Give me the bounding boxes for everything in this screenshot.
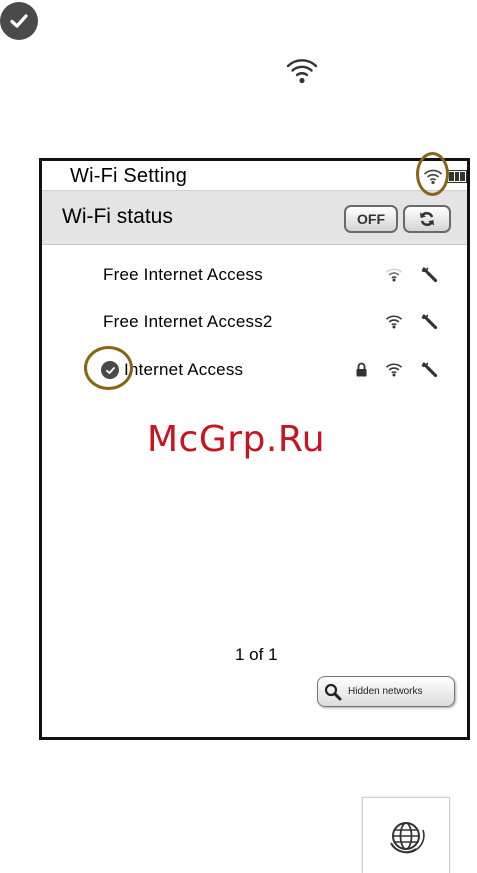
network-row[interactable]: Free Internet Access <box>42 255 467 295</box>
globe-icon <box>390 822 425 854</box>
page-indicator: 1 of 1 <box>235 645 278 664</box>
wifi-signal-icon <box>385 362 403 377</box>
wifi-signal-icon <box>385 267 403 282</box>
wrench-settings-icon[interactable] <box>420 360 440 380</box>
refresh-button[interactable] <box>403 205 451 233</box>
refresh-icon <box>420 211 434 227</box>
wifi-signal-icon <box>285 56 319 86</box>
connected-highlight-ring <box>84 346 133 390</box>
network-row[interactable]: Free Internet Access2 <box>42 302 467 342</box>
wifi-status-label: Wi-Fi status <box>62 205 173 228</box>
wifi-off-button[interactable]: OFF <box>344 205 398 233</box>
hidden-networks-label: Hidden networks <box>348 686 423 697</box>
network-name: Internet Access <box>124 360 244 379</box>
lock-icon <box>355 362 368 377</box>
globe-button[interactable] <box>362 797 450 873</box>
title-bar: Wi-Fi Setting <box>42 161 467 191</box>
page-title: Wi-Fi Setting <box>70 165 188 187</box>
status-highlight-ring <box>416 152 449 196</box>
network-name: Free Internet Access2 <box>103 312 273 331</box>
check-circle-icon <box>0 2 38 40</box>
device-screen-frame: Wi-Fi Setting Wi-Fi status OFF Free Inte… <box>39 158 470 740</box>
battery-icon <box>447 170 467 183</box>
network-name: Free Internet Access <box>103 265 263 284</box>
wifi-setting-screen: Wi-Fi Setting Wi-Fi status OFF Free Inte… <box>42 161 467 737</box>
hidden-networks-button[interactable]: Hidden networks <box>317 676 455 707</box>
wrench-settings-icon[interactable] <box>420 265 440 285</box>
search-icon <box>324 683 342 701</box>
wifi-signal-icon <box>385 314 403 329</box>
wifi-status-bar: Wi-Fi status OFF <box>42 191 467 245</box>
watermark-text: McGrp.Ru <box>147 419 326 460</box>
wrench-settings-icon[interactable] <box>420 312 440 332</box>
